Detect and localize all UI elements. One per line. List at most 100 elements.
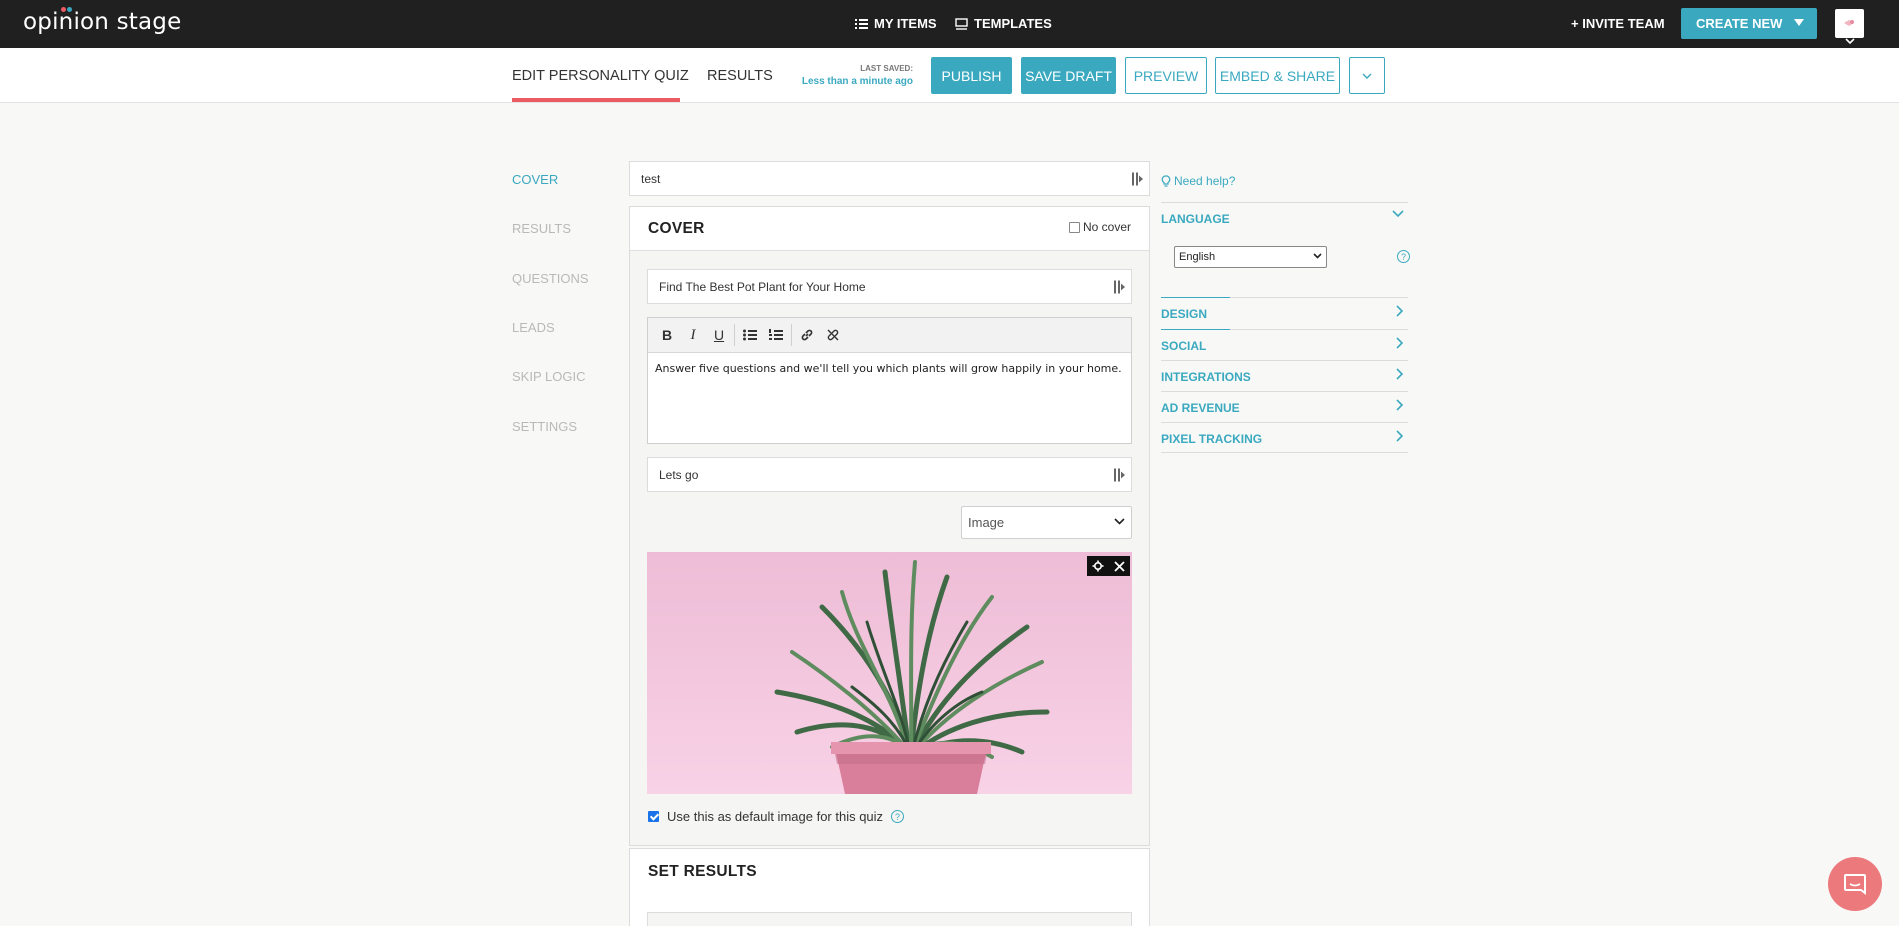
text-direction-icon[interactable] [1114, 468, 1125, 481]
cover-headline-input[interactable]: Find The Best Pot Plant for Your Home [647, 269, 1132, 304]
quiz-name-value: test [641, 171, 661, 186]
more-options-button[interactable] [1349, 57, 1385, 94]
start-button-text-input[interactable]: Lets go [647, 457, 1132, 492]
language-help-icon[interactable]: ? [1397, 250, 1410, 263]
close-icon[interactable] [1114, 560, 1125, 572]
logo[interactable]: opinion stage [23, 9, 181, 35]
last-saved-value: Less than a minute ago [801, 76, 913, 87]
help-icon[interactable]: ? [891, 810, 905, 823]
numbered-list-icon[interactable] [763, 322, 789, 348]
language-section[interactable]: LANGUAGE [1161, 202, 1408, 233]
image-tools [1087, 556, 1130, 576]
text-direction-icon[interactable] [1132, 172, 1143, 185]
media-type-select[interactable]: Image [961, 506, 1132, 539]
media-type-value: Image [968, 515, 1005, 530]
gear-icon[interactable] [1092, 560, 1104, 572]
plant-image [647, 552, 1132, 794]
section-accent [1161, 297, 1230, 298]
tab-edit-quiz[interactable]: EDIT PERSONALITY QUIZ [512, 68, 689, 84]
chevron-right-icon [1396, 399, 1404, 411]
cover-description-editor[interactable]: B I U Answer five questions and we'll te… [647, 317, 1132, 444]
caret-down-icon [1794, 19, 1804, 26]
cover-image [647, 552, 1132, 794]
set-results-panel: SET RESULTS [629, 848, 1150, 926]
templates-icon [955, 17, 968, 30]
nav-item-results[interactable]: RESULTS [512, 221, 571, 236]
bullet-list-icon[interactable] [737, 322, 763, 348]
unlink-icon[interactable] [820, 322, 846, 348]
publish-button[interactable]: PUBLISH [931, 57, 1012, 94]
pixel-tracking-section[interactable]: PIXEL TRACKING [1161, 422, 1408, 453]
need-help-label: Need help? [1174, 174, 1236, 188]
italic-icon[interactable]: I [680, 322, 706, 348]
chat-icon [1844, 874, 1866, 895]
integrations-label: INTEGRATIONS [1161, 370, 1251, 384]
last-saved-label: LAST SAVED: [860, 64, 913, 73]
nav-item-questions[interactable]: QUESTIONS [512, 271, 589, 286]
tab-results[interactable]: RESULTS [707, 68, 773, 84]
checkbox-box[interactable] [648, 811, 659, 822]
save-draft-button[interactable]: SAVE DRAFT [1021, 57, 1116, 94]
no-cover-checkbox[interactable]: No cover [1069, 220, 1131, 234]
pixel-tracking-label: PIXEL TRACKING [1161, 432, 1263, 446]
checkbox-box[interactable] [1069, 221, 1080, 233]
text-direction-icon[interactable] [1114, 280, 1125, 293]
design-section[interactable]: DESIGN [1161, 297, 1408, 328]
invite-team-button[interactable]: + INVITE TEAM [1571, 16, 1665, 31]
chevron-right-icon [1396, 430, 1404, 442]
ad-revenue-section[interactable]: AD REVENUE [1161, 391, 1408, 422]
start-button-text-value: Lets go [659, 467, 699, 482]
cover-panel-header: COVER No cover [630, 207, 1149, 251]
lightbulb-icon [1161, 175, 1171, 187]
editor-toolbar-bar: EDIT PERSONALITY QUIZ RESULTS LAST SAVED… [0, 48, 1899, 103]
templates-label: TEMPLATES [974, 16, 1052, 31]
toolbar-divider [791, 324, 792, 346]
chat-launcher-button[interactable] [1828, 857, 1882, 911]
templates-link[interactable]: TEMPLATES [955, 16, 1052, 31]
design-label: DESIGN [1161, 307, 1208, 321]
integrations-section[interactable]: INTEGRATIONS [1161, 360, 1408, 391]
default-image-checkbox[interactable]: Use this as default image for this quiz … [648, 809, 905, 824]
default-image-label: Use this as default image for this quiz [667, 809, 884, 824]
chevron-down-icon [1114, 518, 1125, 525]
set-results-title: SET RESULTS [648, 863, 757, 880]
social-section[interactable]: SOCIAL [1161, 329, 1408, 360]
nav-item-skip-logic[interactable]: SKIP LOGIC [512, 369, 585, 384]
cover-headline-value: Find The Best Pot Plant for Your Home [659, 279, 866, 294]
nav-item-leads[interactable]: LEADS [512, 320, 555, 335]
toolbar-divider [734, 324, 735, 346]
language-label: LANGUAGE [1161, 212, 1230, 226]
chevron-down-icon [1313, 253, 1322, 259]
preview-button[interactable]: PREVIEW [1125, 57, 1207, 94]
cover-description-text[interactable]: Answer five questions and we'll tell you… [648, 353, 1131, 384]
chevron-right-icon [1396, 305, 1404, 317]
avatar-image [1844, 20, 1854, 26]
avatar[interactable] [1835, 9, 1864, 38]
quiz-name-input[interactable]: test [629, 161, 1150, 196]
nav-item-settings[interactable]: SETTINGS [512, 419, 577, 434]
language-select[interactable]: English [1174, 246, 1327, 268]
rich-text-toolbar: B I U [648, 318, 1131, 353]
my-items-link[interactable]: MY ITEMS [855, 16, 937, 31]
list-icon [855, 18, 868, 29]
no-cover-label: No cover [1083, 220, 1132, 234]
active-tab-indicator [512, 98, 680, 102]
top-bar: opinion stage MY ITEMS TEMPLATES + INVIT… [0, 0, 1899, 48]
need-help-link[interactable]: Need help? [1161, 174, 1235, 188]
ad-revenue-label: AD REVENUE [1161, 401, 1240, 415]
chevron-down-icon[interactable] [1845, 38, 1855, 44]
nav-item-cover[interactable]: COVER [512, 172, 558, 187]
create-new-label: CREATE NEW [1696, 16, 1783, 31]
bold-icon[interactable]: B [654, 322, 680, 348]
language-value: English [1179, 251, 1216, 263]
embed-share-button[interactable]: EMBED & SHARE [1215, 57, 1340, 94]
link-icon[interactable] [794, 322, 820, 348]
create-new-button[interactable]: CREATE NEW [1681, 8, 1817, 39]
chevron-down-icon [1392, 210, 1404, 218]
logo-dots [61, 7, 73, 13]
set-results-content [647, 912, 1132, 926]
my-items-label: MY ITEMS [874, 16, 937, 31]
underline-icon[interactable]: U [706, 322, 732, 348]
chevron-down-icon [1362, 73, 1372, 79]
cover-title: COVER [648, 220, 705, 237]
